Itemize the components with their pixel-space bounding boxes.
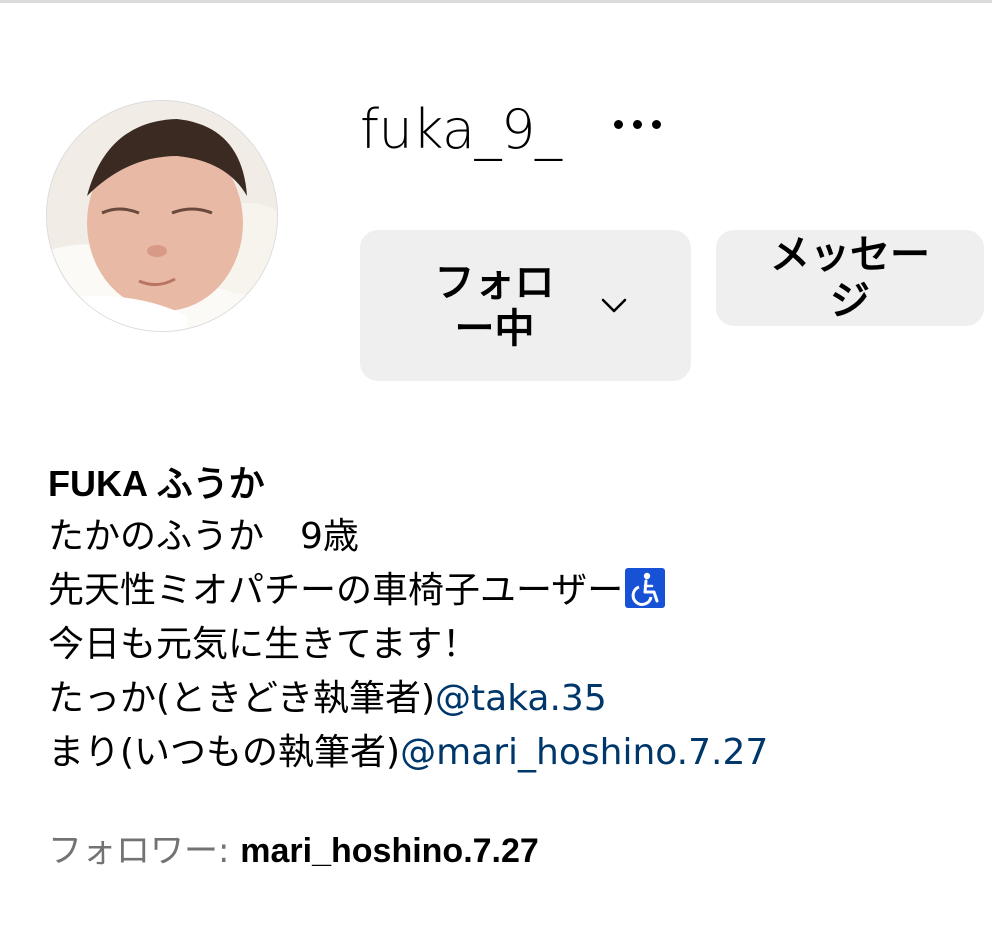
bio-line: 今日も元気に生きてます！ xyxy=(48,624,479,665)
mention-link-taka[interactable]: @taka.35 xyxy=(435,678,607,719)
message-button-label: メッセージ xyxy=(770,232,930,324)
top-divider xyxy=(0,0,992,3)
bio-line: まり(いつもの執筆者)@mari_hoshino.7.27 xyxy=(48,732,769,773)
following-button-label: フォロー中 xyxy=(434,259,555,352)
bio-line: 先天性ミオパチーの車椅子ユーザー xyxy=(48,564,948,618)
avatar-image xyxy=(47,101,277,331)
followers-label: フォロワー: xyxy=(48,831,241,871)
more-options-button[interactable] xyxy=(602,104,672,144)
message-button[interactable]: メッセージ xyxy=(716,230,984,326)
mutual-followers: フォロワー: mari_hoshino.7.27 xyxy=(48,828,539,874)
profile-full-name: FUKA ふうか xyxy=(48,463,265,504)
follower-name-link[interactable]: mari_hoshino.7.27 xyxy=(240,832,539,870)
bio-line: たっか(ときどき執筆者)@taka.35 xyxy=(48,678,607,719)
profile-bio: FUKA ふうか たかのふうか 9歳 先天性ミオパチーの車椅子ユーザー 今日も元… xyxy=(48,458,948,780)
more-options-icon xyxy=(613,119,661,129)
following-button[interactable]: フォロー中 xyxy=(360,230,691,381)
mention-link-mari[interactable]: @mari_hoshino.7.27 xyxy=(400,732,768,773)
chevron-down-icon xyxy=(601,298,626,312)
profile-username: fuka_9_ xyxy=(360,98,562,161)
bio-line: たかのふうか 9歳 xyxy=(48,516,359,557)
wheelchair-icon xyxy=(625,568,666,608)
profile-avatar[interactable] xyxy=(46,100,278,332)
